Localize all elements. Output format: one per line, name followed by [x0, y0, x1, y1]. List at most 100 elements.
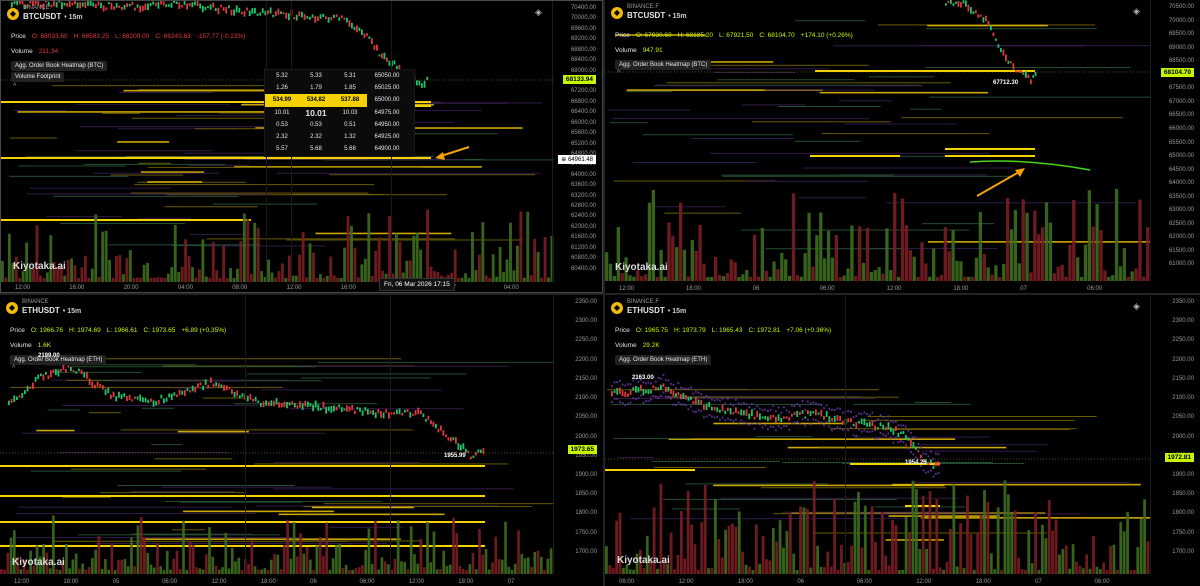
chart-panel-eth-spot[interactable]: ◆ BINANCE ETHUSDT • 15m Price O: 1966.76 …: [0, 295, 603, 586]
indicator-footprint[interactable]: Volume Footprint: [11, 71, 246, 83]
volume-bar: [83, 255, 87, 282]
candle: [155, 401, 158, 406]
candle: [353, 26, 356, 31]
volume-bar: [754, 524, 758, 574]
timeframe-label[interactable]: • 15m: [63, 308, 81, 315]
candle: [695, 397, 697, 405]
volume-bar: [1002, 264, 1006, 281]
volume-bar: [301, 231, 305, 282]
chart-panel-btc-spot[interactable]: ◆ BINANCE BTCUSDT • 15m ◈ Price O: 68033.…: [0, 0, 603, 293]
timeframe-label[interactable]: • 15m: [64, 14, 82, 21]
candle: [50, 370, 52, 378]
symbol-header[interactable]: ◆ BINANCE.F ETHUSDT • 15m: [611, 299, 686, 316]
candle: [121, 6, 123, 11]
candle: [364, 407, 367, 411]
symbol-header[interactable]: ◆ BINANCE.F BTCUSDT • 15m: [611, 4, 687, 21]
dom-size-cell: 537.88: [333, 94, 367, 107]
heatmap-cell: [642, 381, 645, 384]
price-axis[interactable]: 2350.00 2300.00 2250.00 2200.00 2150.00 2100.…: [1150, 295, 1200, 574]
price-axis[interactable]: 70500.00 70000.00 69500.00 69000.00 68500.00…: [1150, 0, 1200, 281]
candle: [157, 400, 160, 405]
candle: [34, 376, 37, 382]
dom-row[interactable]: 1.26 1.79 1.85 65025.00: [265, 82, 407, 94]
heatmap-cell: [809, 423, 812, 426]
dom-row[interactable]: 5.57 5.68 5.68 64900.00: [265, 143, 407, 155]
candle: [432, 421, 435, 427]
collapse-legend-icon[interactable]: ^: [13, 83, 16, 90]
price-axis[interactable]: 2350.00 2300.00 2250.00 2200.00 2150.00 2100.…: [553, 295, 603, 574]
candle: [1000, 48, 1002, 53]
time-axis[interactable]: 12:00 18:00 06 06:00 12:00 18:00 07 06:00: [605, 281, 1200, 293]
candle: [1010, 61, 1012, 64]
symbol-header[interactable]: ◆ BINANCE ETHUSDT • 15m: [6, 299, 81, 316]
heatmap-cell: [920, 446, 922, 449]
candle: [107, 2, 110, 5]
symbol-header[interactable]: ◆ BINANCE BTCUSDT • 15m: [7, 5, 83, 22]
candle: [87, 1, 89, 6]
candle: [995, 38, 997, 41]
time-axis[interactable]: 12:0016:0020:0004:0008:0012:0016:0020:00…: [1, 280, 602, 292]
last-price-tag: 68133.94: [562, 75, 596, 84]
candle: [380, 410, 382, 418]
candle: [724, 410, 727, 415]
heatmap-cell: [860, 412, 863, 415]
heatmap-cell: [801, 418, 804, 421]
layers-icon[interactable]: ◈: [1133, 6, 1140, 17]
candle: [115, 396, 118, 402]
heatmap-level: [123, 89, 283, 92]
candle: [295, 14, 298, 21]
heatmap-cell: [804, 408, 807, 411]
time-axis[interactable]: 06:00 12:00 18:00 06 06:00 12:00 18:00 07 06:00: [605, 574, 1200, 586]
heatmap-level: [247, 373, 467, 375]
heatmap-level: [664, 212, 741, 214]
chart-panel-eth-futures[interactable]: ◆ BINANCE.F ETHUSDT • 15m ◈ Price O: 1965…: [605, 295, 1200, 586]
dom-row[interactable]: 0.53 0.53 0.51 64950.00: [265, 119, 407, 131]
kiyotaka-watermark: Kiyotaka.ai: [615, 262, 668, 273]
collapse-legend-icon[interactable]: ^: [12, 365, 15, 372]
dom-row[interactable]: 5.32 5.33 5.31 65050.00: [265, 70, 407, 82]
time-axis[interactable]: 12:00 18:00 05 06:00 12:00 18:00 06 06:00 12:00 1…: [0, 574, 603, 586]
layers-icon[interactable]: ◈: [1133, 301, 1140, 312]
dom-row[interactable]: 534.99 534.82 537.88 65000.00: [265, 94, 407, 107]
layers-icon[interactable]: ◈: [535, 7, 542, 18]
heatmap-level: [798, 197, 866, 199]
heatmap-cell: [785, 409, 788, 412]
timeframe-label[interactable]: • 15m: [668, 13, 686, 20]
price-tick: 2000.00: [1172, 433, 1194, 440]
candle: [254, 396, 257, 402]
timeframe-label[interactable]: • 15m: [668, 308, 686, 315]
dom-row[interactable]: 10.01 10.01 10.03 64975.00: [265, 107, 407, 119]
heatmap-cell: [729, 418, 732, 421]
indicator-heatmap[interactable]: Agg. Order Book Heatmap (BTC): [615, 59, 853, 71]
candle: [72, 369, 75, 372]
volume-bar: [1044, 538, 1048, 574]
volume-bar: [918, 549, 922, 574]
chart-panel-btc-futures[interactable]: ◆ BINANCE.F BTCUSDT • 15m ◈ Price O: 6793…: [605, 0, 1200, 293]
price-axis[interactable]: 70400.00 70000.00 69600.00 69200.00 68800.00…: [552, 1, 602, 282]
candle: [144, 397, 147, 403]
heatmap-cell: [788, 428, 791, 431]
panel-divider[interactable]: [0, 293, 1200, 295]
candle: [685, 395, 687, 400]
heatmap-cell: [905, 443, 907, 446]
candle: [369, 410, 372, 414]
candle: [412, 413, 414, 416]
collapse-legend-icon[interactable]: ^: [617, 70, 620, 77]
volume-bar: [702, 263, 706, 281]
heatmap-level: [276, 172, 540, 174]
indicator-heatmap[interactable]: Agg. Order Book Heatmap (ETH): [615, 354, 831, 366]
dom-row[interactable]: 2.32 2.32 1.32 64925.00: [265, 131, 407, 143]
symbol-name: BTCUSDT: [627, 11, 666, 20]
dom-price-cell: 64975.00: [374, 109, 400, 116]
heatmap-level: [202, 397, 245, 399]
volume-bar: [374, 250, 378, 282]
heatmap-cell: [650, 382, 652, 385]
volume-bar: [807, 212, 811, 281]
time-tick: 16:00: [69, 285, 85, 291]
price-tick: 63500.00: [1168, 193, 1194, 200]
candle: [110, 394, 112, 400]
candle: [248, 10, 251, 17]
plus-circle-icon[interactable]: ⊕: [561, 157, 566, 163]
volume-bar: [976, 533, 980, 574]
candle: [223, 385, 225, 391]
